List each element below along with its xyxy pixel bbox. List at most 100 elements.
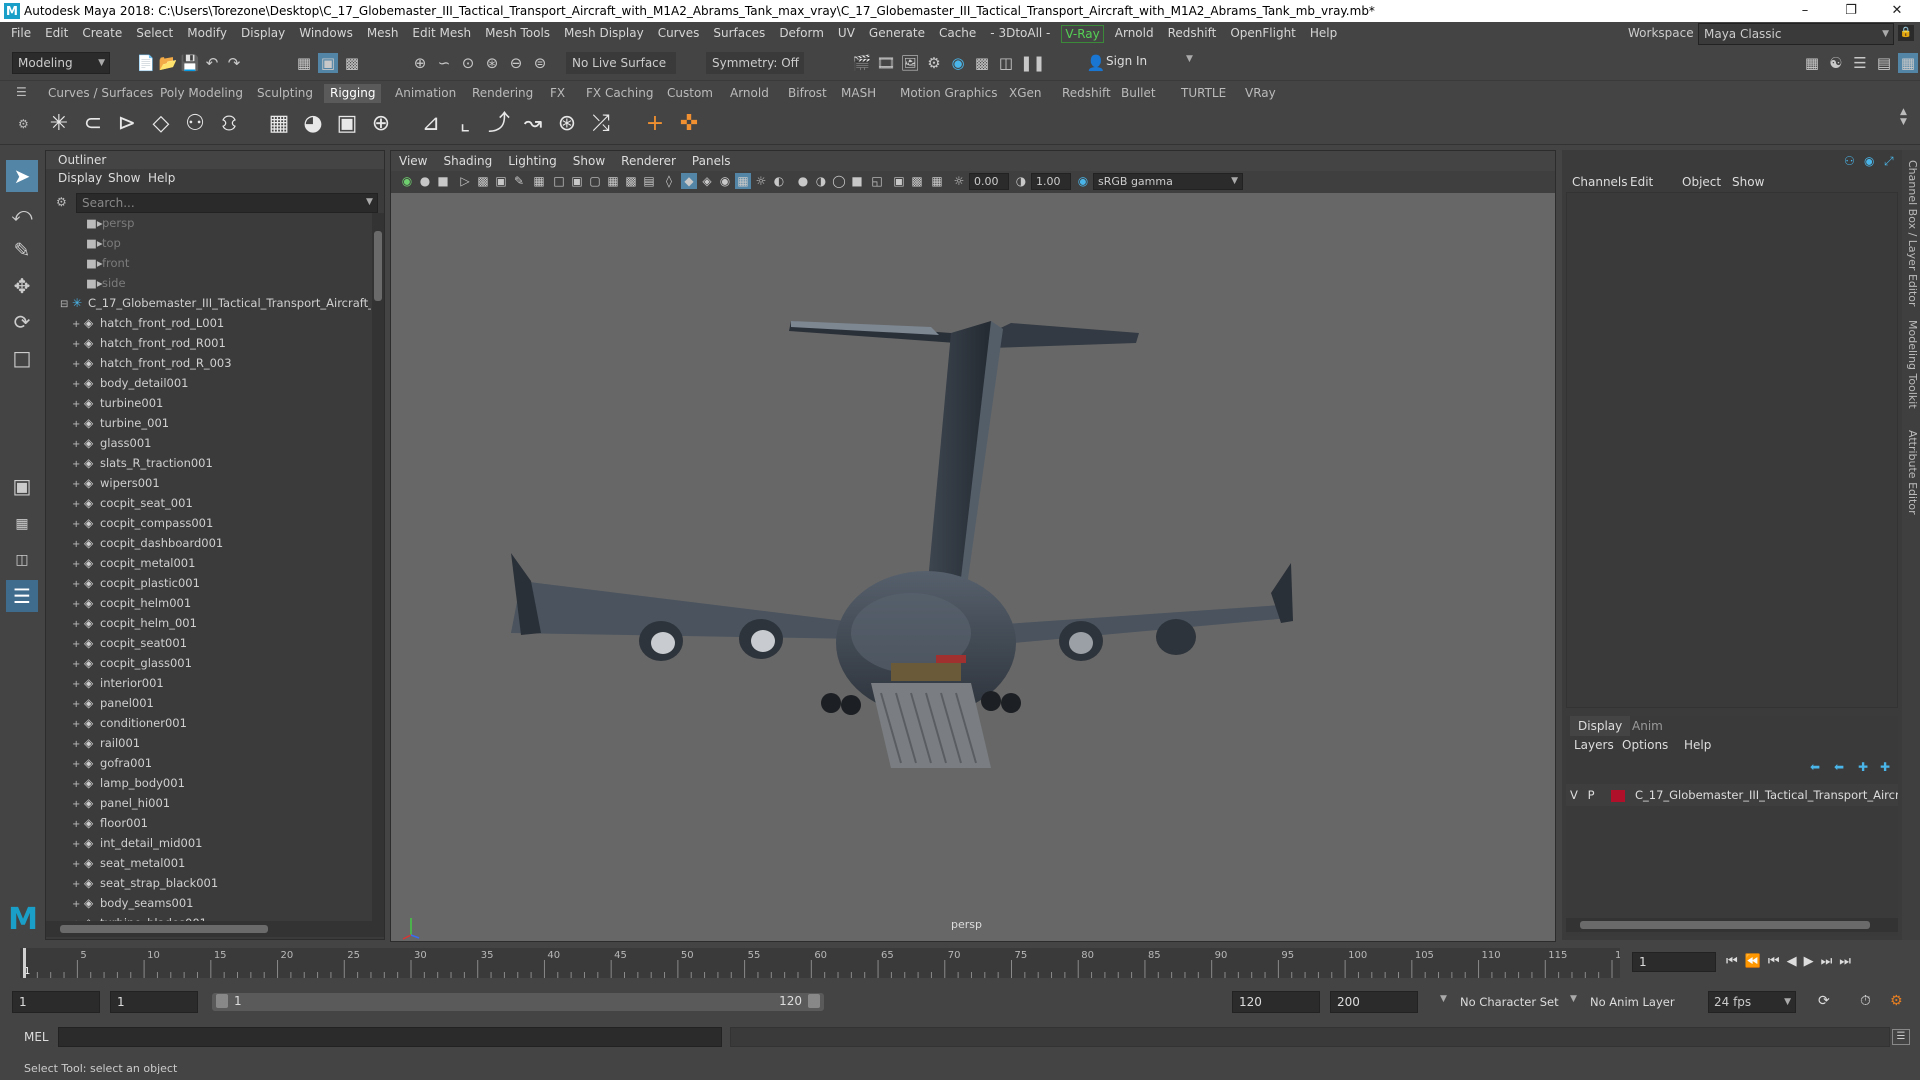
select-hierarchy-icon[interactable]: ▦ <box>294 53 314 73</box>
mel-input[interactable] <box>58 1027 722 1047</box>
outliner-item[interactable]: + ◈ panel001 <box>72 693 154 713</box>
outliner-item[interactable]: + ◈ interior001 <box>72 673 164 693</box>
single-view-icon[interactable]: ▣ <box>6 470 38 502</box>
viewport-menu-shading[interactable]: Shading <box>435 151 500 171</box>
expand-icon[interactable]: + <box>72 815 84 835</box>
backface-icon[interactable]: ▦ <box>929 173 945 189</box>
expand-icon[interactable]: + <box>72 855 84 875</box>
expand-icon[interactable]: + <box>72 395 84 415</box>
range-end-handle[interactable] <box>808 994 820 1008</box>
2d-pan-icon[interactable]: ▣ <box>493 173 509 189</box>
save-scene-icon[interactable]: 💾 <box>180 53 200 73</box>
outliner-item[interactable]: + ◈ panel_hi001 <box>72 793 170 813</box>
expand-icon[interactable]: + <box>72 315 84 335</box>
menu-v-ray[interactable]: V-Ray <box>1061 24 1104 43</box>
point-constraint-icon[interactable]: ⤴ <box>484 109 514 139</box>
channel-menu-object[interactable]: Object <box>1682 175 1721 189</box>
shelf-tab-animation[interactable]: Animation <box>395 84 456 103</box>
snap-point-icon[interactable]: ⊙ <box>458 53 478 73</box>
expand-icon[interactable]: + <box>72 515 84 535</box>
outliner-item[interactable]: + ◈ seat_strap_black001 <box>72 873 218 893</box>
viewport-menu-renderer[interactable]: Renderer <box>613 151 684 171</box>
textured-icon[interactable]: ◉ <box>717 173 733 189</box>
outliner-menu-display[interactable]: Display <box>58 171 102 185</box>
menu-generate[interactable]: Generate <box>862 22 932 45</box>
isolate-select-icon[interactable]: ◱ <box>869 173 885 189</box>
ipr-render-icon[interactable]: ◉ <box>948 53 968 73</box>
cluster-icon[interactable]: ⊕ <box>366 109 396 139</box>
menu-curves[interactable]: Curves <box>651 22 707 45</box>
paint-select-icon[interactable]: ✎ <box>6 234 38 266</box>
outliner-item[interactable]: + ◈ cocpit_dashboard001 <box>72 533 223 553</box>
playback-end-field[interactable]: 120 <box>1232 991 1320 1013</box>
shelf-tab-redshift[interactable]: Redshift <box>1062 84 1111 103</box>
outliner-item[interactable]: + ◈ cocpit_helm_001 <box>72 613 197 633</box>
live-surface-field[interactable]: No Live Surface <box>566 52 676 74</box>
render-current-icon[interactable]: 🎬 <box>852 53 872 73</box>
shelf-tab-mash[interactable]: MASH <box>841 84 876 103</box>
outliner-menu-help[interactable]: Help <box>148 171 175 185</box>
render-view-icon[interactable]: 🖼 <box>900 53 920 73</box>
outliner-item[interactable]: + ◈ floor001 <box>72 813 148 833</box>
shelf-tab-curves-surfaces[interactable]: Curves / Surfaces <box>48 84 153 103</box>
ik-handle-icon[interactable]: ⊿ <box>416 109 446 139</box>
expand-icon[interactable]: + <box>72 875 84 895</box>
outliner-group[interactable]: ⊟ ✳ C_17_Globemaster_III_Tactical_Transpor… <box>60 293 371 313</box>
menu-mesh-display[interactable]: Mesh Display <box>557 22 651 45</box>
expand-icon[interactable]: + <box>72 595 84 615</box>
expand-icon[interactable]: + <box>72 495 84 515</box>
outliner-hscrollbar[interactable] <box>46 921 384 937</box>
layer-name[interactable]: C_17_Globemaster_III_Tactical_Transport_… <box>1635 788 1898 802</box>
outliner-item[interactable]: + ◈ cocpit_metal001 <box>72 553 195 573</box>
playback-start-field[interactable]: 1 <box>110 991 198 1013</box>
exposure-field[interactable]: 0.00 <box>969 173 1009 190</box>
expand-icon[interactable]: + <box>72 455 84 475</box>
menu-uv[interactable]: UV <box>831 22 862 45</box>
outliner-item[interactable]: + ◈ gofra001 <box>72 753 152 773</box>
color-space-select[interactable]: sRGB gamma ▼ <box>1093 173 1243 190</box>
snap-surface-icon[interactable]: ⊖ <box>506 53 526 73</box>
viewport-menu-panels[interactable]: Panels <box>684 151 739 171</box>
layer-visibility-toggle[interactable]: V <box>1566 784 1578 806</box>
move-tool-icon[interactable]: ✥ <box>6 270 38 302</box>
snap-view-icon[interactable]: ⊛ <box>482 53 502 73</box>
menu-edit-mesh[interactable]: Edit Mesh <box>405 22 478 45</box>
modeling-toolkit-icon[interactable]: ▦ <box>1802 53 1822 73</box>
anim-layer-dropdown-icon[interactable]: ▼ <box>1570 994 1577 1004</box>
gate-mask-icon[interactable]: ▢ <box>587 173 603 189</box>
scale-constraint-icon[interactable]: ⤮ <box>586 109 616 139</box>
expand-icon[interactable]: + <box>72 655 84 675</box>
shadows-icon[interactable]: ◐ <box>771 173 787 189</box>
channel-box-expand-icon[interactable]: ⤢ <box>1884 154 1894 169</box>
menu-mesh-tools[interactable]: Mesh Tools <box>478 22 557 45</box>
shelf-scroll-icon[interactable]: ▲ ▼ <box>1900 107 1907 127</box>
channel-menu-edit[interactable]: Edit <box>1630 175 1653 189</box>
shelf-tab-sculpting[interactable]: Sculpting <box>257 84 313 103</box>
viewport-menu-show[interactable]: Show <box>565 151 613 171</box>
menu-deform[interactable]: Deform <box>772 22 831 45</box>
outliner-item[interactable]: + ◈ turbine_001 <box>72 413 169 433</box>
shelf-tab-rendering[interactable]: Rendering <box>472 84 533 103</box>
side-tab-attribute-editor[interactable]: Attribute Editor <box>1903 430 1919 515</box>
channel-box-icon[interactable]: ▦ <box>1898 53 1918 73</box>
open-scene-icon[interactable]: 📂 <box>158 53 178 73</box>
fps-select[interactable]: 24 fps ▼ <box>1708 991 1796 1013</box>
outliner-camera-front[interactable]: ■▸front <box>86 253 129 273</box>
viewport-panel[interactable]: View Shading Lighting Show Renderer Panels ◉ … <box>390 150 1556 942</box>
expand-icon[interactable]: + <box>72 755 84 775</box>
sign-in-dropdown-icon[interactable]: ▼ <box>1186 54 1193 64</box>
shelf-tab-turtle[interactable]: TURTLE <box>1181 84 1226 103</box>
play-back-icon[interactable]: ◀ <box>1787 954 1804 969</box>
layer-menu-layers[interactable]: Layers <box>1574 738 1614 752</box>
close-icon[interactable]: ✕ <box>1874 0 1920 22</box>
expand-icon[interactable]: + <box>72 715 84 735</box>
ik-spline-icon[interactable]: ⌞ <box>450 109 480 139</box>
locator-icon[interactable]: + <box>640 109 670 139</box>
loop-icon[interactable]: ⟳ <box>1818 993 1830 1009</box>
mirror-joint-icon[interactable]: ⊳ <box>112 109 142 139</box>
outliner-item[interactable]: + ◈ cocpit_plastic001 <box>72 573 200 593</box>
current-frame-field[interactable]: 1 <box>1632 952 1716 972</box>
smooth-shade-icon[interactable]: ◆ <box>681 173 697 189</box>
bookmark-icon[interactable]: ▷ <box>457 173 473 189</box>
shelf-tab-rigging[interactable]: Rigging <box>324 84 382 103</box>
